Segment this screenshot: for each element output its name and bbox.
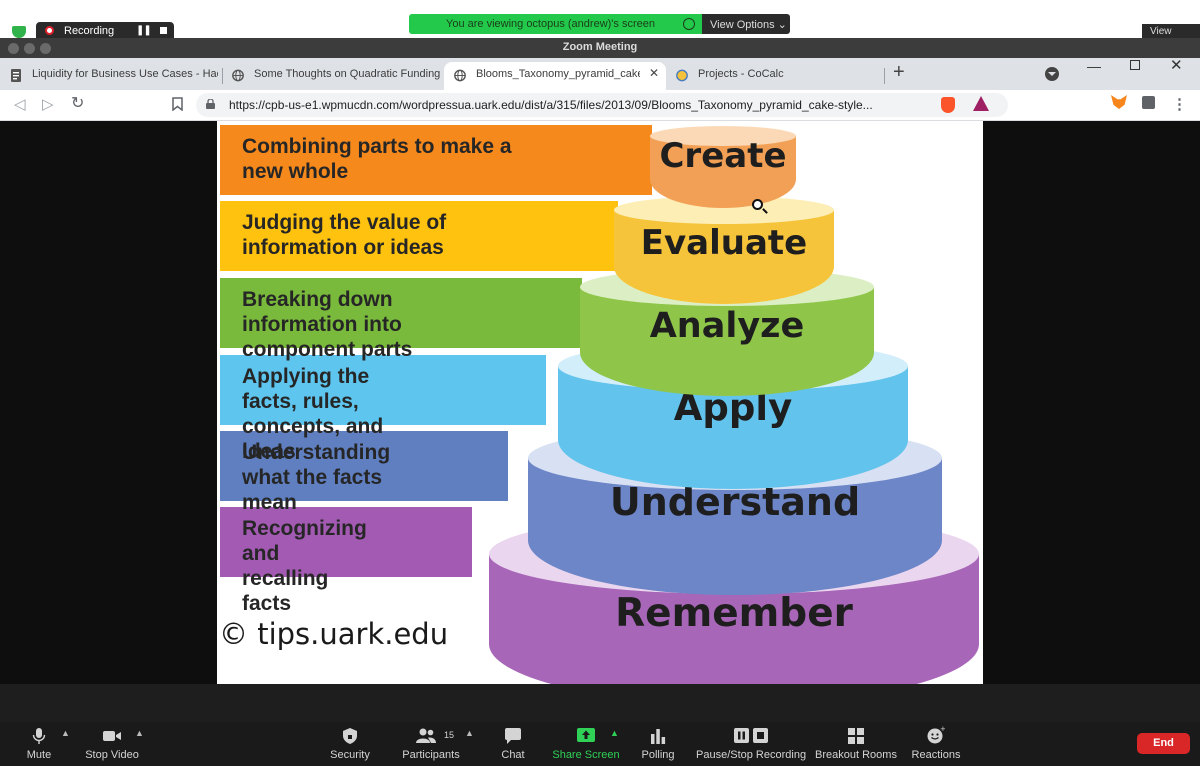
tab-separator bbox=[884, 68, 885, 84]
zoom-window-title: Zoom Meeting bbox=[0, 38, 1200, 58]
pause-icon[interactable]: ❚❚ bbox=[136, 25, 152, 36]
tab-title: Some Thoughts on Quadratic Funding bbox=[254, 68, 440, 80]
meeting-gap bbox=[0, 684, 1200, 722]
breakout-rooms-icon bbox=[848, 728, 864, 744]
pause-stop-icon bbox=[734, 728, 768, 743]
view-options-button[interactable]: View Options ⌄ bbox=[702, 14, 790, 34]
tier-label: Evaluate bbox=[640, 222, 808, 263]
end-meeting-button[interactable]: End bbox=[1137, 733, 1190, 754]
tab-search-icon[interactable] bbox=[1045, 67, 1059, 81]
video-options-caret-icon[interactable]: ▲ bbox=[135, 728, 144, 738]
address-bar[interactable]: https://cpb-us-e1.wpmucdn.com/wordpressu… bbox=[196, 93, 1008, 117]
mute-button[interactable]: Mute bbox=[18, 722, 60, 766]
level-description-analyze: Breaking down information into component… bbox=[220, 278, 582, 361]
tab-title: Projects - CoCalc bbox=[698, 68, 784, 80]
participants-label: Participants bbox=[402, 749, 460, 761]
breakout-rooms-label: Breakout Rooms bbox=[815, 749, 897, 761]
new-tab-button[interactable]: + bbox=[893, 61, 905, 84]
tab-liquidity[interactable]: Liquidity for Business Use Cases - Hac bbox=[0, 62, 222, 90]
pause-stop-recording-button[interactable]: Pause/Stop Recording bbox=[696, 722, 806, 766]
share-screen-label: Share Screen bbox=[552, 749, 620, 761]
credit-text: © tips.uark.edu bbox=[219, 617, 449, 651]
audio-options-caret-icon[interactable]: ▲ bbox=[61, 728, 70, 738]
minimize-icon[interactable]: — bbox=[1087, 58, 1101, 74]
participant-count: 15 bbox=[444, 730, 455, 740]
tier-evaluate: Evaluate bbox=[614, 196, 834, 304]
tier-label: Remember bbox=[615, 590, 853, 636]
participants-caret-icon[interactable]: ▲ bbox=[465, 728, 474, 738]
lock-icon[interactable] bbox=[206, 99, 215, 109]
stop-video-button[interactable]: Stop Video bbox=[82, 722, 142, 766]
cocalc-icon bbox=[676, 69, 688, 82]
page-icon bbox=[11, 69, 21, 82]
mute-label: Mute bbox=[26, 749, 52, 761]
security-label: Security bbox=[330, 749, 370, 761]
security-button[interactable]: Security bbox=[325, 722, 375, 766]
screen-share-banner: You are viewing octopus (andrew)'s scree… bbox=[409, 14, 702, 34]
participants-icon bbox=[416, 728, 437, 743]
close-window-button[interactable] bbox=[8, 43, 19, 54]
tab-title: Blooms_Taxonomy_pyramid_cake bbox=[476, 68, 640, 80]
recording-control-label: Pause/Stop Recording bbox=[696, 749, 807, 761]
participants-button[interactable]: 15 Participants bbox=[398, 722, 464, 766]
brave-rewards-icon[interactable] bbox=[973, 96, 989, 111]
tier-label: Create bbox=[659, 135, 787, 176]
share-options-caret-icon[interactable]: ▲ bbox=[610, 728, 619, 738]
tab-blooms-taxonomy[interactable]: Blooms_Taxonomy_pyramid_cake ✕ bbox=[444, 62, 666, 90]
reactions-label: Reactions bbox=[911, 749, 961, 761]
view-button[interactable]: View bbox=[1142, 24, 1200, 38]
forward-icon[interactable]: ▷ bbox=[42, 95, 54, 113]
level-description-apply: Applying the facts, rules, concepts, and… bbox=[220, 355, 546, 463]
chat-label: Chat bbox=[501, 749, 525, 761]
globe-icon bbox=[232, 69, 244, 82]
tab-cocalc[interactable]: Projects - CoCalc bbox=[666, 62, 884, 90]
chat-bubble-icon bbox=[505, 728, 521, 744]
tier-create: Create bbox=[650, 126, 796, 208]
recording-indicator[interactable]: Recording ❚❚ bbox=[36, 22, 174, 38]
view-label: View bbox=[1150, 26, 1172, 37]
meeting-controls: Mute ▲ Stop Video ▲ Security 15 Particip… bbox=[0, 722, 1200, 766]
microphone-icon bbox=[32, 728, 46, 744]
brave-shield-icon[interactable] bbox=[941, 97, 955, 113]
level-description-create: Combining parts to make a new whole bbox=[220, 125, 652, 195]
polling-button[interactable]: Polling bbox=[636, 722, 680, 766]
blooms-taxonomy-image: Recognizing and recalling facts Understan… bbox=[217, 121, 983, 684]
share-screen-arrow-icon bbox=[577, 728, 595, 742]
zoom-window-button[interactable] bbox=[40, 43, 51, 54]
reload-icon[interactable]: ↻ bbox=[71, 93, 84, 113]
tab-quadratic-funding[interactable]: Some Thoughts on Quadratic Funding bbox=[222, 62, 444, 90]
level-description-remember: Recognizing and recalling facts bbox=[220, 507, 472, 615]
polling-label: Polling bbox=[641, 749, 675, 761]
close-icon[interactable]: ✕ bbox=[1170, 56, 1183, 74]
tab-title: Liquidity for Business Use Cases - Hac bbox=[32, 68, 218, 80]
stop-icon[interactable] bbox=[160, 27, 167, 34]
svg-text:+: + bbox=[940, 726, 945, 733]
reactions-button[interactable]: + Reactions bbox=[909, 722, 963, 766]
bookmark-icon[interactable] bbox=[172, 97, 183, 111]
share-status-icon bbox=[683, 18, 695, 30]
minimize-window-button[interactable] bbox=[24, 43, 35, 54]
level-description-evaluate: Judging the value of information or idea… bbox=[220, 201, 618, 271]
tier-label: Analyze bbox=[649, 306, 805, 346]
close-tab-icon[interactable]: ✕ bbox=[649, 66, 659, 80]
maximize-icon[interactable] bbox=[1130, 60, 1140, 70]
stop-video-label: Stop Video bbox=[85, 749, 139, 761]
more-menu-icon[interactable]: ⋮ bbox=[1172, 95, 1187, 113]
reactions-smiley-icon: + bbox=[927, 726, 945, 744]
extensions-puzzle-icon[interactable] bbox=[1142, 96, 1155, 109]
breakout-rooms-button[interactable]: Breakout Rooms bbox=[814, 722, 898, 766]
record-dot-icon bbox=[45, 26, 54, 35]
zoom-in-cursor-icon bbox=[752, 199, 763, 210]
url-text: https://cpb-us-e1.wpmucdn.com/wordpressu… bbox=[229, 98, 873, 112]
globe-icon bbox=[454, 69, 466, 82]
polling-chart-icon bbox=[651, 729, 666, 744]
recording-label: Recording bbox=[64, 25, 115, 37]
view-options-label: View Options ⌄ bbox=[710, 19, 787, 31]
chat-button[interactable]: Chat bbox=[496, 722, 530, 766]
video-camera-icon bbox=[103, 731, 121, 741]
security-shield-icon bbox=[343, 728, 357, 744]
share-banner-text: You are viewing octopus (andrew)'s scree… bbox=[446, 18, 655, 30]
back-icon[interactable]: ◁ bbox=[14, 95, 26, 113]
